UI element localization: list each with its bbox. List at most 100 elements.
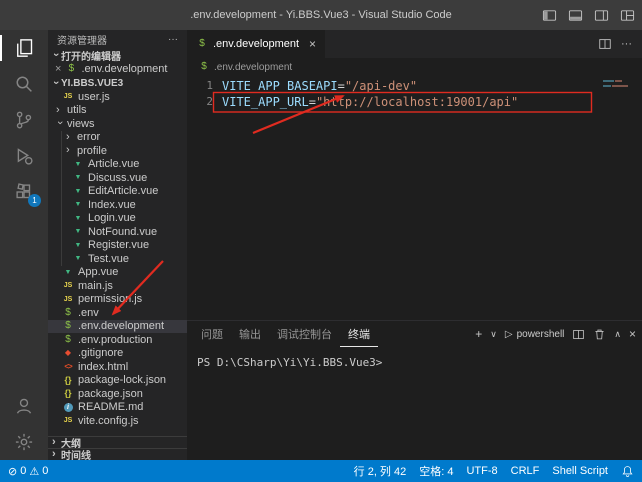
tree-item-env-production[interactable]: $.env.production	[48, 333, 187, 347]
js-icon: JS	[62, 296, 74, 303]
tree-folder-views[interactable]: ›views	[48, 117, 187, 131]
chevron-right-icon: ›	[56, 105, 63, 116]
tree-item-package-lock-json[interactable]: {}package-lock.json	[48, 374, 187, 388]
language-mode[interactable]: Shell Script	[552, 465, 608, 477]
tree-item-article-vue[interactable]: ▼Article.vue	[48, 158, 187, 172]
explorer-sidebar: 资源管理器 ··· › 打开的编辑器 × $ .env.development …	[48, 30, 187, 460]
chevron-down-icon: ›	[54, 121, 65, 128]
problems-status[interactable]: ⊘ 0 ⚠ 0	[8, 465, 48, 478]
tab-terminal[interactable]: 终端	[340, 321, 378, 347]
chevron-down-icon: ›	[50, 80, 61, 87]
tab-env-development[interactable]: $ .env.development ×	[187, 30, 325, 58]
split-editor-icon[interactable]	[598, 37, 612, 51]
env-file-icon: $	[198, 62, 210, 72]
terminal-prompt-line: PS D:\CSharp\Yi\Yi.BBS.Vue3>	[197, 356, 382, 369]
json-icon: {}	[62, 376, 74, 385]
terminal-profile-item[interactable]: ▷ powershell	[505, 329, 565, 340]
js-icon: JS	[62, 93, 74, 100]
tree-folder-utils[interactable]: ›utils	[48, 104, 187, 118]
source-control-icon[interactable]	[0, 102, 48, 138]
editor-tab-bar: $ .env.development × ···	[187, 30, 642, 58]
tab-debug-console[interactable]: 调试控制台	[269, 321, 340, 347]
split-terminal-icon[interactable]	[572, 328, 585, 341]
kill-terminal-icon[interactable]	[593, 328, 606, 341]
code-line-1: 1 VITE_APP_BASEAPI="/api-dev"	[187, 78, 642, 94]
account-icon[interactable]	[0, 388, 48, 424]
html-icon: <>	[62, 363, 74, 371]
explorer-icon[interactable]	[0, 30, 48, 66]
breadcrumb[interactable]: $ .env.development	[187, 58, 642, 76]
env-file-icon: $	[62, 335, 74, 345]
run-debug-icon[interactable]	[0, 138, 48, 174]
tree-item-register-vue[interactable]: ▼Register.vue	[48, 239, 187, 253]
env-file-icon: $	[62, 308, 74, 318]
close-panel-icon[interactable]: ×	[629, 328, 636, 340]
error-icon: ⊘	[8, 465, 17, 478]
timeline-section-header[interactable]: › 时间线	[48, 448, 187, 460]
terminal-profile-dropdown-icon[interactable]: ∨	[490, 330, 497, 339]
encoding[interactable]: UTF-8	[466, 465, 497, 477]
tree-item-user-js[interactable]: JSuser.js	[48, 90, 187, 104]
tree-item-discuss-vue[interactable]: ▼Discuss.vue	[48, 171, 187, 185]
tree-item-env-development[interactable]: $.env.development	[48, 320, 187, 334]
tree-item-login-vue[interactable]: ▼Login.vue	[48, 212, 187, 226]
close-icon[interactable]: ×	[309, 38, 316, 50]
toggle-secondary-sidebar-icon[interactable]	[592, 6, 610, 24]
tree-item-app-vue[interactable]: ▼App.vue	[48, 266, 187, 280]
extensions-badge: 1	[28, 194, 41, 207]
maximize-panel-icon[interactable]: ∧	[614, 330, 621, 339]
open-editor-item[interactable]: × $ .env.development	[48, 62, 187, 76]
tree-folder-error[interactable]: ›error	[48, 131, 187, 145]
eol-sequence[interactable]: CRLF	[511, 465, 540, 477]
notifications-bell-icon[interactable]	[621, 465, 634, 478]
tab-label: .env.development	[213, 38, 299, 50]
toggle-sidebar-icon[interactable]	[540, 6, 558, 24]
project-header[interactable]: › YI.BBS.VUE3	[48, 76, 187, 90]
tree-item-index-html[interactable]: <>index.html	[48, 360, 187, 374]
toggle-panel-icon[interactable]	[566, 6, 584, 24]
code-editor[interactable]: 1 VITE_APP_BASEAPI="/api-dev" 2 VITE_APP…	[187, 76, 642, 110]
tree-item-env[interactable]: $.env	[48, 306, 187, 320]
vscode-window: .env.development - Yi.BBS.Vue3 - Visual …	[0, 0, 642, 482]
close-icon[interactable]: ×	[55, 64, 61, 75]
chevron-right-icon: ›	[66, 145, 73, 156]
tree-item-permission-js[interactable]: JSpermission.js	[48, 293, 187, 307]
warning-icon: ⚠	[29, 465, 39, 478]
tree-item-readme-md[interactable]: iREADME.md	[48, 401, 187, 415]
tree-item-test-vue[interactable]: ▼Test.vue	[48, 252, 187, 266]
tree-item-main-js[interactable]: JSmain.js	[48, 279, 187, 293]
json-icon: {}	[62, 389, 74, 398]
new-terminal-icon[interactable]: +	[475, 328, 482, 340]
more-actions-icon[interactable]: ···	[621, 38, 632, 50]
tree-item-vite-config-js[interactable]: JSvite.config.js	[48, 414, 187, 428]
info-icon: i	[64, 403, 73, 412]
tree-item-notfound-vue[interactable]: ▼NotFound.vue	[48, 225, 187, 239]
terminal-output[interactable]: PS D:\CSharp\Yi\Yi.BBS.Vue3>	[187, 347, 642, 378]
layout-controls	[540, 0, 636, 30]
tab-output[interactable]: 输出	[231, 321, 269, 347]
search-icon[interactable]	[0, 66, 48, 102]
extensions-icon[interactable]: 1	[0, 174, 48, 210]
cursor-position[interactable]: 行 2, 列 42	[354, 463, 407, 479]
indentation[interactable]: 空格: 4	[419, 463, 453, 479]
chevron-down-icon: ›	[50, 52, 61, 59]
tab-problems[interactable]: 问题	[193, 321, 231, 347]
tree-item-index-vue[interactable]: ▼Index.vue	[48, 198, 187, 212]
vue-icon: ▼	[72, 228, 84, 235]
settings-gear-icon[interactable]	[0, 424, 48, 460]
customize-layout-icon[interactable]	[618, 6, 636, 24]
vue-icon: ▼	[72, 188, 84, 195]
tree-item-gitignore[interactable]: ◆.gitignore	[48, 347, 187, 361]
env-file-icon: $	[62, 321, 74, 331]
tree-item-package-json[interactable]: {}package.json	[48, 387, 187, 401]
git-icon: ◆	[62, 349, 74, 357]
vue-icon: ▼	[72, 201, 84, 208]
minimap[interactable]	[603, 80, 633, 90]
panel-header: 问题 输出 调试控制台 终端 + ∨ ▷ powershell ∧ ×	[187, 321, 642, 347]
tree-item-editarticle-vue[interactable]: ▼EditArticle.vue	[48, 185, 187, 199]
vue-icon: ▼	[72, 174, 84, 181]
open-editors-header[interactable]: › 打开的编辑器	[48, 48, 187, 62]
sidebar-more-actions-icon[interactable]: ···	[168, 34, 178, 45]
tree-folder-profile[interactable]: ›profile	[48, 144, 187, 158]
editor-actions: ···	[598, 30, 642, 58]
